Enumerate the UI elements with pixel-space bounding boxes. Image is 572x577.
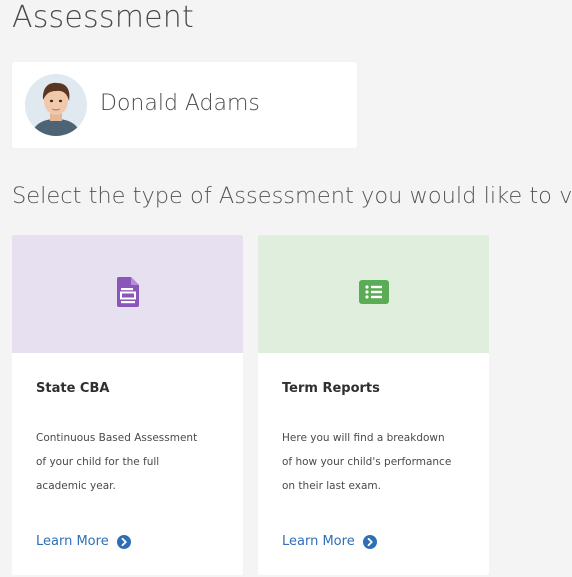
card-description-line: of your child for the full — [36, 456, 160, 468]
card-banner — [258, 235, 489, 353]
term-reports-card[interactable]: Term Reports Here you will find a breakd… — [258, 235, 489, 575]
list-icon — [358, 280, 389, 308]
card-description-line: of how your child's performance — [282, 456, 452, 468]
card-title: Term Reports — [282, 381, 380, 396]
state-cba-card[interactable]: State CBA Continuous Based Assessment of… — [12, 235, 243, 575]
card-description: Here you will find a breakdown of how yo… — [282, 426, 472, 498]
card-title: State CBA — [36, 381, 110, 396]
learn-more-label: Learn More — [282, 534, 355, 549]
learn-more-link[interactable]: Learn More — [36, 534, 131, 549]
user-card: Donald Adams — [12, 62, 357, 148]
learn-more-link[interactable]: Learn More — [282, 534, 377, 549]
chevron-right-circle-icon[interactable] — [116, 534, 131, 549]
learn-more-label: Learn More — [36, 534, 109, 549]
card-banner — [12, 235, 243, 353]
card-description: Continuous Based Assessment of your chil… — [36, 426, 226, 498]
document-icon — [116, 277, 139, 311]
avatar — [25, 74, 87, 136]
assessment-prompt: Select the type of Assessment you would … — [12, 183, 572, 209]
card-description-line: on their last exam. — [282, 480, 381, 492]
card-description-line: Here you will find a breakdown — [282, 432, 445, 444]
chevron-right-circle-icon[interactable] — [362, 534, 377, 549]
card-description-line: Continuous Based Assessment — [36, 432, 198, 444]
page-title: Assessment — [12, 0, 194, 35]
card-description-line: academic year. — [36, 480, 116, 492]
user-name: Donald Adams — [100, 91, 260, 116]
